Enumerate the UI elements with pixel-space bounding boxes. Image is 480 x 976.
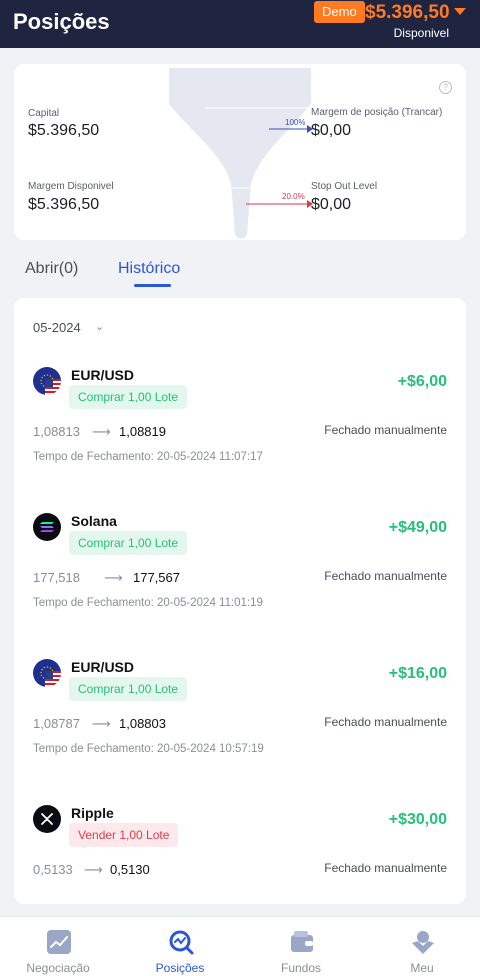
open-price: 1,08813: [33, 424, 80, 439]
close-status: Fechado manualmente: [324, 715, 447, 729]
arrow-right-icon: ⟶: [92, 424, 111, 439]
stop-out-value: $0,00: [311, 196, 352, 213]
tab-history[interactable]: Histórico: [118, 260, 180, 278]
trade-side-badge: Vender 1,00 Lote: [69, 823, 179, 847]
stop-out-label: Stop Out Level: [311, 181, 378, 192]
nav-trading[interactable]: Negociação: [10, 917, 106, 976]
trade-item[interactable]: Ripple Vender 1,00 Lote +$30,00 0,5133 ⟶…: [14, 805, 466, 904]
caret-down-icon[interactable]: [454, 8, 466, 15]
trade-item[interactable]: Solana Comprar 1,00 Lote +$49,00 177,518…: [14, 513, 466, 643]
margin-available-value: $5.396,50: [28, 196, 100, 213]
close-price: 1,08819: [119, 424, 166, 439]
trade-symbol: Solana: [71, 513, 117, 529]
trade-history-list[interactable]: 05-2024 ⌄ EUR/USD Comprar 1,00 Lote +$6,…: [14, 298, 466, 904]
nav-funds[interactable]: Fundos: [253, 917, 349, 976]
demo-account-badge[interactable]: Demo: [314, 1, 365, 23]
chart-icon: [47, 930, 71, 954]
trade-item[interactable]: EUR/USD Comprar 1,00 Lote +$16,00 1,0878…: [14, 659, 466, 789]
trade-side-badge: Comprar 1,00 Lote: [69, 385, 188, 409]
positions-search-icon: [169, 930, 194, 955]
active-tab-indicator: [134, 284, 171, 287]
arrow-right-icon: [269, 125, 313, 133]
month-filter[interactable]: 05-2024: [33, 320, 81, 335]
nav-label: Negociação: [26, 961, 90, 975]
position-margin-value: $0,00: [311, 122, 352, 139]
close-status: Fechado manualmente: [324, 423, 447, 437]
nav-label: Fundos: [280, 961, 322, 975]
nav-label: Posições: [155, 961, 205, 975]
margin-funnel-graphic: [169, 68, 311, 239]
close-price: 0,5130: [110, 862, 150, 877]
arrow-right-icon: ⟶: [92, 716, 111, 731]
trade-symbol: EUR/USD: [71, 367, 135, 383]
close-time: Tempo de Fechamento: 20-05-2024 10:57:19: [33, 743, 264, 755]
open-price: 0,5133: [33, 862, 73, 877]
arrow-right-icon: ⟶: [104, 570, 123, 585]
close-price: 1,08803: [119, 716, 166, 731]
top-bar: Posições Demo $5.396,50 Disponivel: [0, 0, 480, 48]
nav-positions[interactable]: Posições: [132, 917, 228, 976]
close-price: 177,567: [133, 570, 180, 585]
tab-open-positions[interactable]: Abrir(0): [25, 260, 78, 278]
trade-symbol: Ripple: [71, 805, 114, 821]
trade-symbol: EUR/USD: [71, 659, 135, 675]
eurusd-flag-icon: [33, 659, 61, 687]
trade-pnl: +$30,00: [388, 811, 447, 828]
trade-side-badge: Comprar 1,00 Lote: [69, 531, 188, 555]
trade-pnl: +$16,00: [388, 665, 447, 682]
open-price: 177,518: [33, 570, 80, 585]
positions-tabs: Abrir(0) Histórico: [0, 250, 480, 294]
profile-icon: [412, 931, 434, 954]
wallet-icon: [291, 931, 313, 952]
arrow-right-icon: [246, 200, 313, 208]
arrow-right-icon: ⟶: [84, 862, 103, 877]
account-summary-card: ? Capital $5.396,50 Margem Disponivel $5…: [14, 64, 466, 240]
help-icon[interactable]: ?: [439, 81, 452, 94]
bottom-navigation: Negociação Posições Fundos Meu: [0, 916, 480, 976]
close-status: Fechado manualmente: [324, 569, 447, 583]
capital-label: Capital: [28, 108, 60, 119]
trade-side-badge: Comprar 1,00 Lote: [69, 677, 188, 701]
trade-item[interactable]: EUR/USD Comprar 1,00 Lote +$6,00 1,08813…: [14, 367, 466, 497]
trade-pnl: +$6,00: [397, 373, 447, 390]
eurusd-flag-icon: [33, 367, 61, 395]
close-time: Tempo de Fechamento: 20-05-2024 11:07:17: [33, 451, 263, 463]
ripple-icon: [33, 805, 61, 833]
nav-me[interactable]: Meu: [374, 917, 470, 976]
margin-available-label: Margem Disponivel: [28, 181, 114, 192]
open-price: 1,08787: [33, 716, 80, 731]
capital-value: $5.396,50: [28, 122, 100, 139]
account-balance[interactable]: $5.396,50: [365, 2, 450, 24]
page-title: Posições: [13, 9, 110, 34]
chevron-down-icon[interactable]: ⌄: [95, 320, 104, 333]
trade-pnl: +$49,00: [388, 519, 447, 536]
close-time: Tempo de Fechamento: 20-05-2024 11:01:19: [33, 597, 263, 609]
balance-caption: Disponivel: [393, 26, 449, 40]
solana-icon: [33, 513, 61, 541]
nav-label: Meu: [410, 961, 434, 975]
close-status: Fechado manualmente: [324, 861, 447, 875]
position-margin-label: Margem de posição (Trancar): [311, 107, 443, 118]
